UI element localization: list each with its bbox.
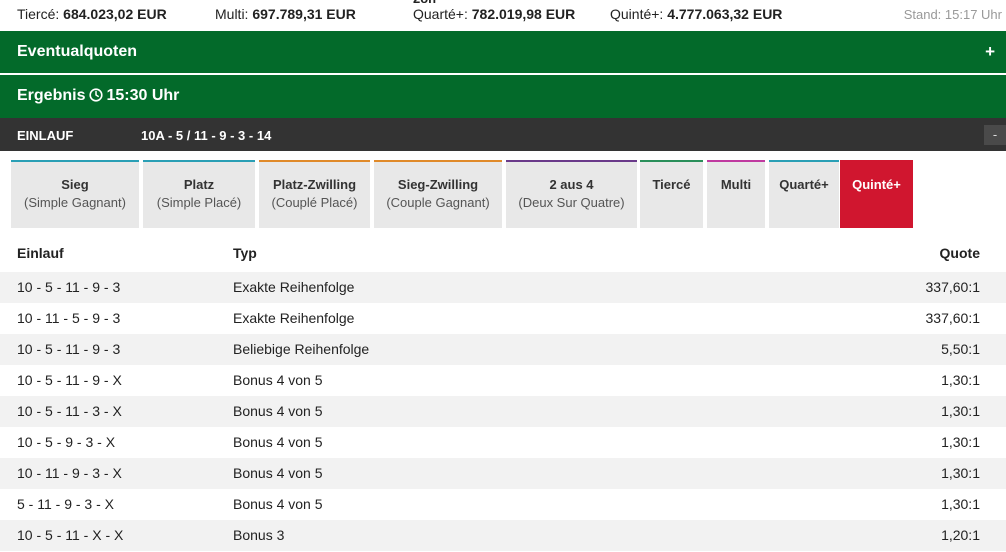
row-einlauf: 10 - 5 - 9 - 3 - X [17,434,116,450]
stand-timestamp: Stand: 15:17 Uhr [903,7,1002,22]
tab-title: Tiercé [652,177,691,192]
tab-title: Multi [720,177,752,192]
header-quote: Quote [939,245,980,261]
row-einlauf: 10 - 11 - 5 - 9 - 3 [17,310,121,326]
pool-multi-value: 697.789,31 EUR [252,6,356,22]
tab-title: Platz [183,177,215,192]
table-row: 5 - 11 - 9 - 3 - X Bonus 4 von 5 1,30:1 [0,489,1006,520]
table-row: 10 - 5 - 11 - X - X Bonus 3 1,20:1 [0,520,1006,551]
tab-title: 2 aus 4 [549,177,594,192]
table-row: 10 - 5 - 11 - 9 - X Bonus 4 von 5 1,30:1 [0,365,1006,396]
eventualquoten-title: Eventualquoten [17,43,138,60]
row-quote: 1,30:1 [941,372,980,388]
row-quote: 1,20:1 [941,527,980,543]
collapse-toggle-button[interactable]: - [984,125,1006,145]
ergebnis-header: Ergebnis 15:30 Uhr [0,75,1006,118]
pool-tierce: Tiercé: 684.023,02 EUR [17,6,167,22]
row-typ: Exakte Reihenfolge [233,279,355,295]
pool-quarte-value: 782.019,98 EUR [471,6,576,22]
table-row: 10 - 5 - 9 - 3 - X Bonus 4 von 5 1,30:1 [0,427,1006,458]
einlauf-bar: EINLAUF 10A - 5 / 11 - 9 - 3 - 14 - [0,118,1006,151]
row-typ: Bonus 4 von 5 [233,403,323,419]
tab-quinte[interactable]: Quinté+ [840,160,913,228]
tab-subtitle: (Couplé Placé) [271,195,358,210]
row-quote: 1,30:1 [941,403,980,419]
row-einlauf: 10 - 11 - 9 - 3 - X [17,465,122,481]
tab-multi[interactable]: Multi [707,160,765,228]
tab-subtitle: (Couple Gagnant) [386,195,490,210]
pool-multi-label: Multi: [215,6,249,22]
ergebnis-label: Ergebnis [17,87,86,104]
header-einlauf: Einlauf [17,245,64,261]
row-quote: 5,50:1 [941,341,980,357]
row-typ: Exakte Reihenfolge [233,310,355,326]
tab-sieg-zwilling[interactable]: Sieg-Zwilling (Couple Gagnant) [374,160,502,228]
clock-icon [89,88,104,102]
tab-title: Sieg-Zwilling [397,177,479,192]
tab-subtitle: (Simple Placé) [156,195,242,210]
tab-sieg[interactable]: Sieg (Simple Gagnant) [11,160,139,228]
pool-quinte: Quinté+: 4.777.063,32 EUR [610,6,782,22]
tab-title: Quarté+ [779,177,829,192]
row-einlauf: 10 - 5 - 11 - 9 - 3 [17,341,121,357]
table-header: Einlauf Typ Quote [0,240,1006,270]
tab-2-aus-4[interactable]: 2 aus 4 (Deux Sur Quatre) [506,160,637,228]
row-einlauf: 10 - 5 - 11 - 9 - 3 [17,279,121,295]
tab-title: Sieg [61,177,89,192]
tab-title: Platz-Zwilling [272,177,357,192]
row-einlauf: 10 - 5 - 11 - 9 - X [17,372,122,388]
table-row: 10 - 5 - 11 - 9 - 3 Beliebige Reihenfolg… [0,334,1006,365]
row-typ: Bonus 4 von 5 [233,434,323,450]
eventualquoten-header[interactable]: Eventualquoten + [0,31,1006,73]
row-typ: Beliebige Reihenfolge [233,341,370,357]
row-typ: Bonus 4 von 5 [233,465,323,481]
pool-quinte-label: Quinté+: [610,6,664,22]
tab-subtitle: (Simple Gagnant) [24,195,126,210]
row-quote: 337,60:1 [925,310,981,326]
row-einlauf: 10 - 5 - 11 - 3 - X [17,403,122,419]
tab-tierce[interactable]: Tiercé [640,160,703,228]
row-quote: 1,30:1 [941,465,980,481]
row-quote: 1,30:1 [941,434,980,450]
row-typ: Bonus 4 von 5 [233,372,323,388]
pool-quarte-label: Quarté+: [413,6,468,22]
tab-quarte[interactable]: Quarté+ [769,160,839,228]
pool-quarte: Quarté+: 782.019,98 EUR [413,6,575,22]
row-quote: 337,60:1 [925,279,981,295]
tab-platz-zwilling[interactable]: Platz-Zwilling (Couplé Placé) [259,160,370,228]
header-typ: Typ [233,245,257,261]
ergebnis-title: Ergebnis 15:30 Uhr [17,87,179,105]
row-typ: Bonus 4 von 5 [233,496,323,512]
pool-quinte-value: 4.777.063,32 EUR [667,6,783,22]
einlauf-label: EINLAUF [17,128,74,143]
pool-multi: Multi: 697.789,31 EUR [215,6,356,22]
einlauf-result: 10A - 5 / 11 - 9 - 3 - 14 [141,128,272,143]
tab-subtitle: (Deux Sur Quatre) [518,195,625,210]
tab-platz[interactable]: Platz (Simple Placé) [143,160,255,228]
row-quote: 1,30:1 [941,496,980,512]
row-einlauf: 10 - 5 - 11 - X - X [17,527,124,543]
pool-tierce-label: Tiercé: [17,6,60,22]
table-row: 10 - 5 - 11 - 9 - 3 Exakte Reihenfolge 3… [0,272,1006,303]
tab-title: Quinté+ [852,177,901,192]
table-row: 10 - 11 - 9 - 3 - X Bonus 4 von 5 1,30:1 [0,458,1006,489]
ergebnis-time: 15:30 Uhr [106,87,180,104]
row-typ: Bonus 3 [233,527,285,543]
pool-tierce-value: 684.023,02 EUR [63,6,167,22]
expand-toggle-icon[interactable]: + [985,42,995,62]
table-row: 10 - 5 - 11 - 3 - X Bonus 4 von 5 1,30:1 [0,396,1006,427]
row-einlauf: 5 - 11 - 9 - 3 - X [17,496,114,512]
pool-totals-bar: Tiercé: 684.023,02 EUR Multi: 697.789,31… [0,0,1006,30]
table-row: 10 - 11 - 5 - 9 - 3 Exakte Reihenfolge 3… [0,303,1006,334]
